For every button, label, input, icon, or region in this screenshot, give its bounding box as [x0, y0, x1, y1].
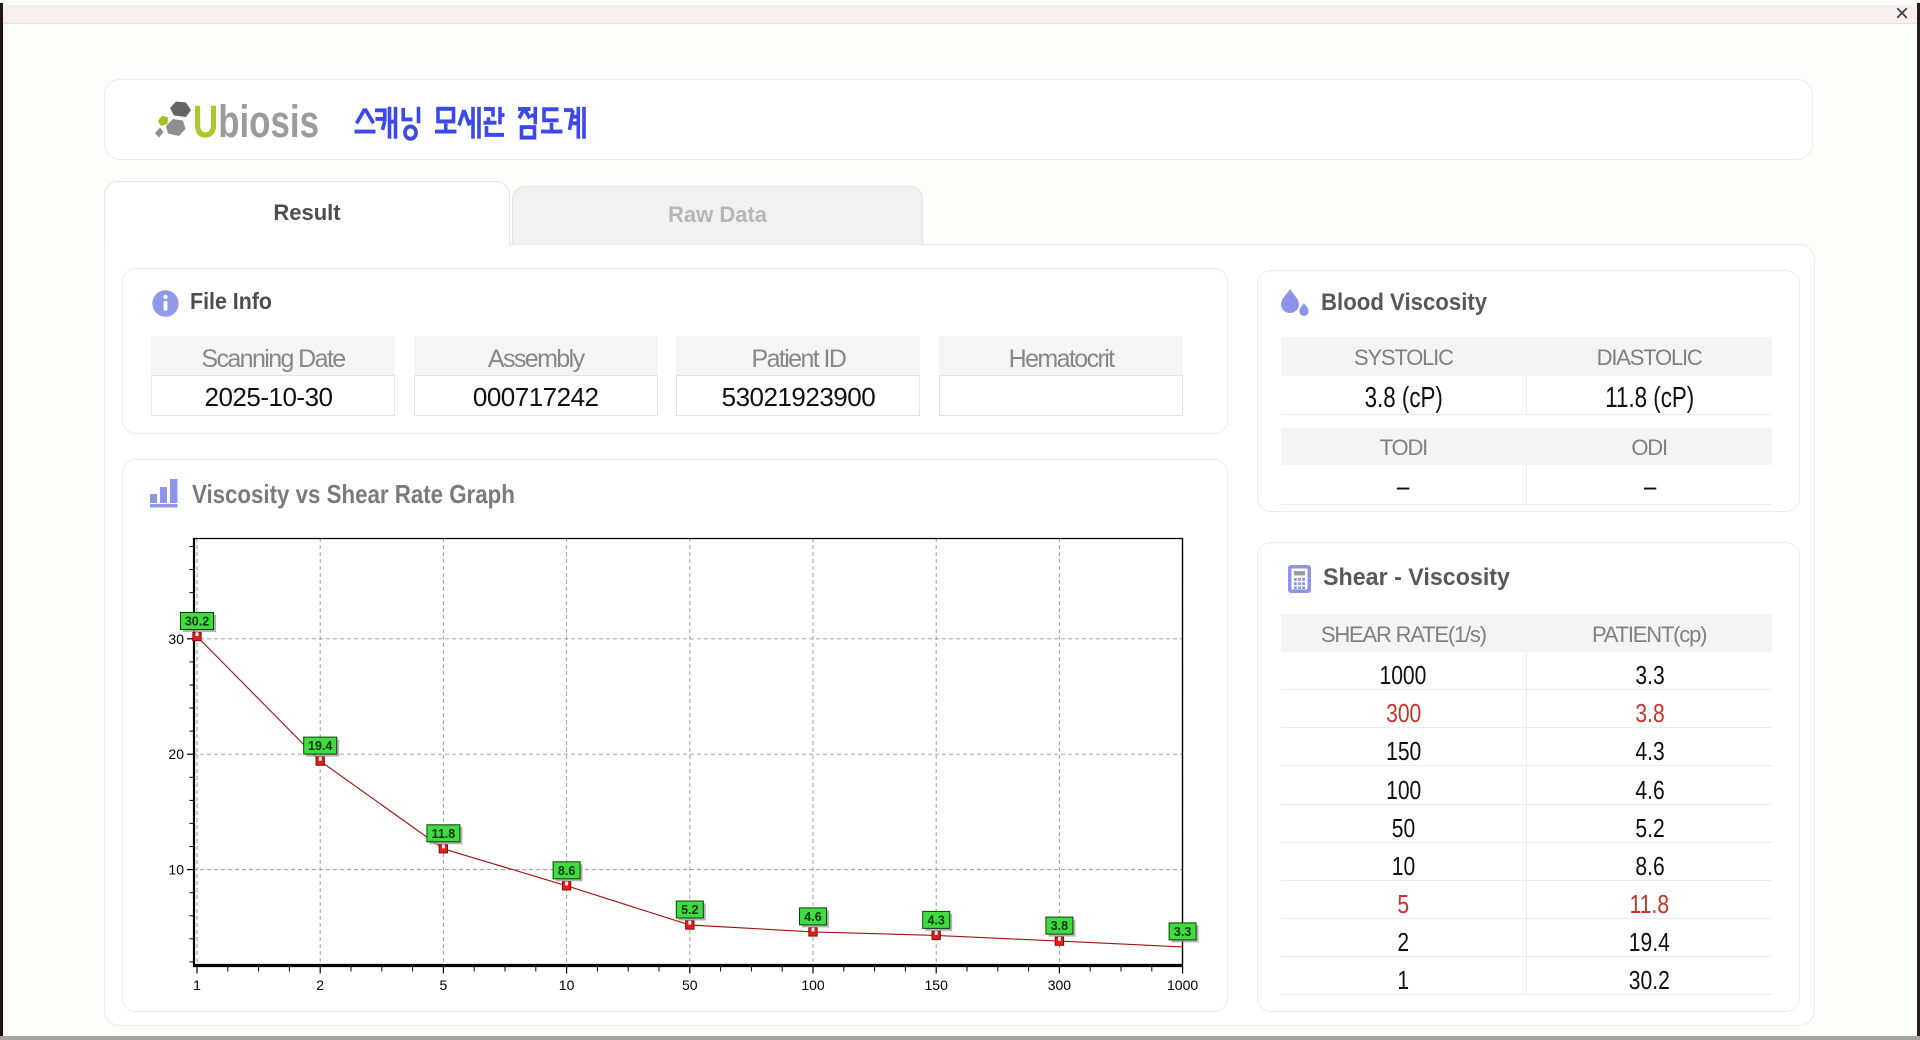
svg-text:5.2: 5.2	[681, 903, 698, 917]
svg-text:4.3: 4.3	[928, 913, 945, 927]
svg-text:8.6: 8.6	[558, 864, 575, 878]
svg-text:1000: 1000	[1167, 977, 1198, 993]
svg-text:4.6: 4.6	[804, 910, 821, 924]
svg-text:150: 150	[925, 977, 949, 993]
svg-text:50: 50	[682, 977, 698, 993]
svg-text:3.8: 3.8	[1051, 919, 1068, 933]
svg-text:3.3: 3.3	[1174, 925, 1191, 939]
svg-text:5: 5	[440, 977, 448, 993]
svg-text:20: 20	[168, 746, 184, 762]
svg-text:1: 1	[193, 977, 201, 993]
svg-text:30.2: 30.2	[185, 615, 209, 629]
svg-text:2: 2	[316, 977, 324, 993]
svg-text:10: 10	[559, 977, 575, 993]
svg-text:100: 100	[801, 977, 825, 993]
svg-text:300: 300	[1048, 977, 1072, 993]
svg-text:10: 10	[168, 862, 184, 878]
svg-text:11.8: 11.8	[432, 827, 456, 841]
svg-text:30: 30	[168, 631, 184, 647]
svg-text:19.4: 19.4	[308, 739, 332, 753]
